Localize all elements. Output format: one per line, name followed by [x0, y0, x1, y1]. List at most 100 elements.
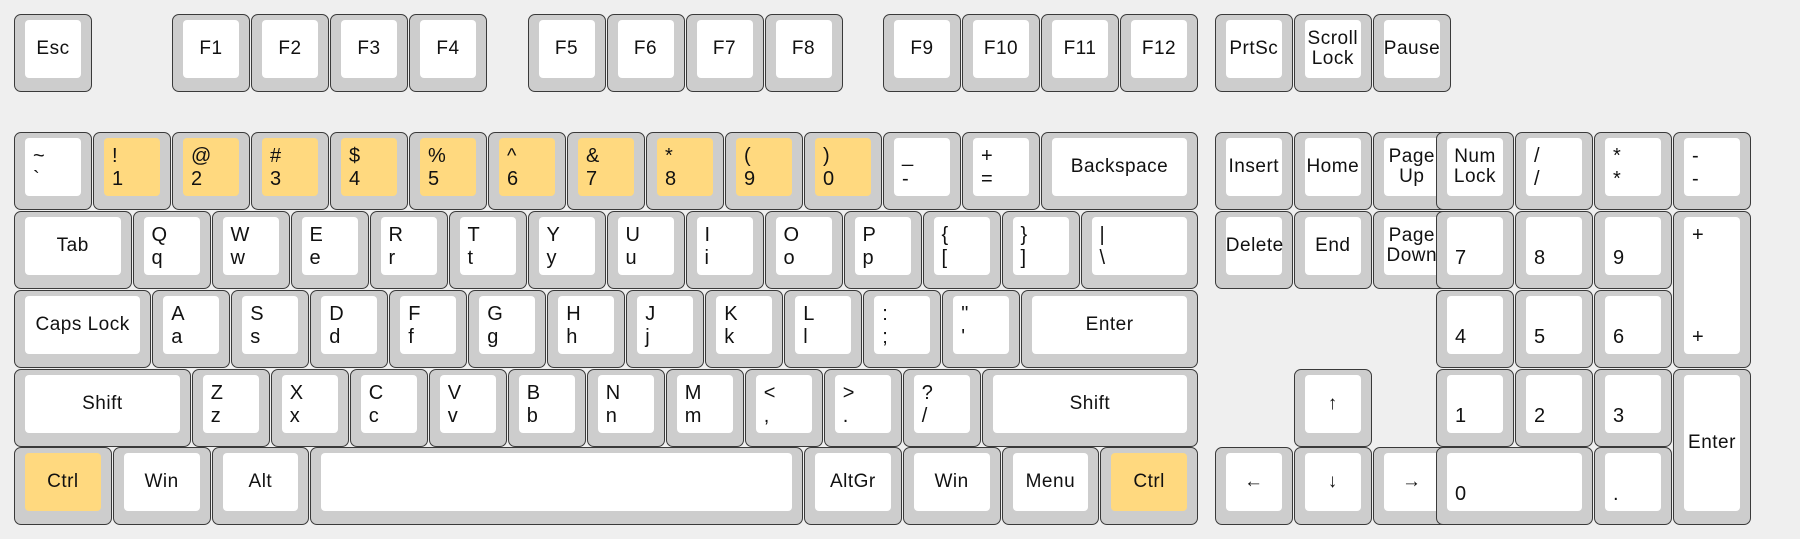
- key-win-right[interactable]: Win: [902, 447, 1001, 525]
- key-backslash[interactable]: | \: [1080, 211, 1198, 289]
- key-slash[interactable]: ? /: [902, 369, 981, 447]
- key-arrow-down[interactable]: ↓: [1293, 447, 1372, 525]
- key-minus[interactable]: _ -: [883, 132, 961, 210]
- key-a[interactable]: Aa: [152, 290, 231, 368]
- key-rbracket[interactable]: }]: [1001, 211, 1080, 289]
- key-np-3[interactable]: 3: [1594, 369, 1672, 447]
- key-o[interactable]: Oo: [764, 211, 843, 289]
- key-x[interactable]: Xx: [270, 369, 349, 447]
- key-f11[interactable]: F11: [1041, 14, 1119, 92]
- key-f8[interactable]: F8: [764, 14, 843, 92]
- key-n[interactable]: Nn: [586, 369, 665, 447]
- key-home[interactable]: Home: [1293, 132, 1372, 210]
- key-np-2[interactable]: 2: [1515, 369, 1593, 447]
- key-c[interactable]: Cc: [349, 369, 428, 447]
- key-np-5[interactable]: 5: [1515, 290, 1593, 368]
- key-2[interactable]: @2: [172, 132, 250, 210]
- key-5[interactable]: % 5: [409, 132, 487, 210]
- key-6[interactable]: ^ 6: [488, 132, 566, 210]
- key-caps-lock[interactable]: Caps Lock: [14, 290, 152, 368]
- key-f4[interactable]: F4: [409, 14, 487, 92]
- key-backspace[interactable]: Backspace: [1041, 132, 1198, 210]
- key-prtsc[interactable]: PrtSc: [1214, 14, 1293, 92]
- key-np-multiply[interactable]: * *: [1594, 132, 1672, 210]
- key-scroll-lock[interactable]: Scroll Lock: [1293, 14, 1372, 92]
- key-7[interactable]: & 7: [567, 132, 645, 210]
- key-f1[interactable]: F1: [172, 14, 250, 92]
- key-h[interactable]: Hh: [547, 290, 626, 368]
- key-4[interactable]: $4: [330, 132, 408, 210]
- key-f10[interactable]: F10: [962, 14, 1040, 92]
- key-np-0[interactable]: 0: [1436, 447, 1593, 525]
- key-m[interactable]: Mm: [665, 369, 744, 447]
- key-shift-left[interactable]: Shift: [14, 369, 191, 447]
- key-q[interactable]: Qq: [132, 211, 211, 289]
- key-equals[interactable]: + =: [962, 132, 1040, 210]
- key-period[interactable]: >.: [823, 369, 902, 447]
- key-np-6[interactable]: 6: [1594, 290, 1672, 368]
- key-np-minus[interactable]: --: [1673, 132, 1751, 210]
- key-tab[interactable]: Tab: [14, 211, 132, 289]
- key-grave[interactable]: ~ `: [14, 132, 92, 210]
- key-f12[interactable]: F12: [1120, 14, 1198, 92]
- key-esc[interactable]: Esc: [14, 14, 92, 92]
- key-np-1[interactable]: 1: [1436, 369, 1514, 447]
- key-v[interactable]: Vv: [428, 369, 507, 447]
- key-1[interactable]: ! 1: [93, 132, 171, 210]
- key-k[interactable]: Kk: [705, 290, 784, 368]
- key-end[interactable]: End: [1293, 211, 1372, 289]
- key-r[interactable]: Rr: [369, 211, 448, 289]
- key-ctrl-right[interactable]: Ctrl: [1100, 447, 1198, 525]
- key-np-4[interactable]: 4: [1436, 290, 1514, 368]
- key-z[interactable]: Zz: [191, 369, 270, 447]
- key-comma[interactable]: <,: [744, 369, 823, 447]
- key-0[interactable]: ) 0: [804, 132, 882, 210]
- key-np-8[interactable]: 8: [1515, 211, 1593, 289]
- key-8[interactable]: * 8: [646, 132, 724, 210]
- key-b[interactable]: Bb: [507, 369, 586, 447]
- key-delete[interactable]: Delete: [1214, 211, 1293, 289]
- key-np-divide[interactable]: / /: [1515, 132, 1593, 210]
- key-f3[interactable]: F3: [330, 14, 408, 92]
- key-insert[interactable]: Insert: [1214, 132, 1293, 210]
- key-y[interactable]: Yy: [527, 211, 606, 289]
- key-f[interactable]: Ff: [389, 290, 468, 368]
- key-menu[interactable]: Menu: [1001, 447, 1100, 525]
- key-p[interactable]: Pp: [843, 211, 922, 289]
- key-u[interactable]: Uu: [606, 211, 685, 289]
- key-np-enter[interactable]: Enter: [1673, 369, 1751, 525]
- key-shift-right[interactable]: Shift: [981, 369, 1198, 447]
- key-lbracket[interactable]: {[: [922, 211, 1001, 289]
- key-e[interactable]: Ee: [290, 211, 369, 289]
- key-num-lock[interactable]: Num Lock: [1436, 132, 1514, 210]
- key-ctrl-left[interactable]: Ctrl: [14, 447, 112, 525]
- key-f6[interactable]: F6: [606, 14, 685, 92]
- key-j[interactable]: Jj: [626, 290, 705, 368]
- key-s[interactable]: Ss: [231, 290, 310, 368]
- key-np-7[interactable]: 7: [1436, 211, 1514, 289]
- key-f9[interactable]: F9: [883, 14, 961, 92]
- key-altgr[interactable]: AltGr: [804, 447, 902, 525]
- key-np-decimal[interactable]: .: [1594, 447, 1672, 525]
- key-f2[interactable]: F2: [251, 14, 329, 92]
- key-f5[interactable]: F5: [527, 14, 606, 92]
- key-np-9[interactable]: 9: [1594, 211, 1672, 289]
- key-i[interactable]: Ii: [685, 211, 764, 289]
- key-d[interactable]: Dd: [310, 290, 389, 368]
- key-enter[interactable]: Enter: [1021, 290, 1198, 368]
- key-3[interactable]: #3: [251, 132, 329, 210]
- key-9[interactable]: (9: [725, 132, 803, 210]
- key-quote[interactable]: " ': [942, 290, 1021, 368]
- key-t[interactable]: Tt: [448, 211, 527, 289]
- key-f7[interactable]: F7: [685, 14, 764, 92]
- key-space[interactable]: [310, 447, 803, 525]
- key-semicolon[interactable]: :;: [863, 290, 942, 368]
- key-arrow-left[interactable]: ←: [1214, 447, 1293, 525]
- key-alt[interactable]: Alt: [211, 447, 310, 525]
- key-g[interactable]: Gg: [468, 290, 547, 368]
- key-pause[interactable]: Pause: [1372, 14, 1451, 92]
- key-np-plus[interactable]: + +: [1673, 211, 1751, 368]
- key-w[interactable]: Ww: [211, 211, 290, 289]
- key-l[interactable]: Ll: [784, 290, 863, 368]
- key-arrow-up[interactable]: ↑: [1293, 369, 1372, 447]
